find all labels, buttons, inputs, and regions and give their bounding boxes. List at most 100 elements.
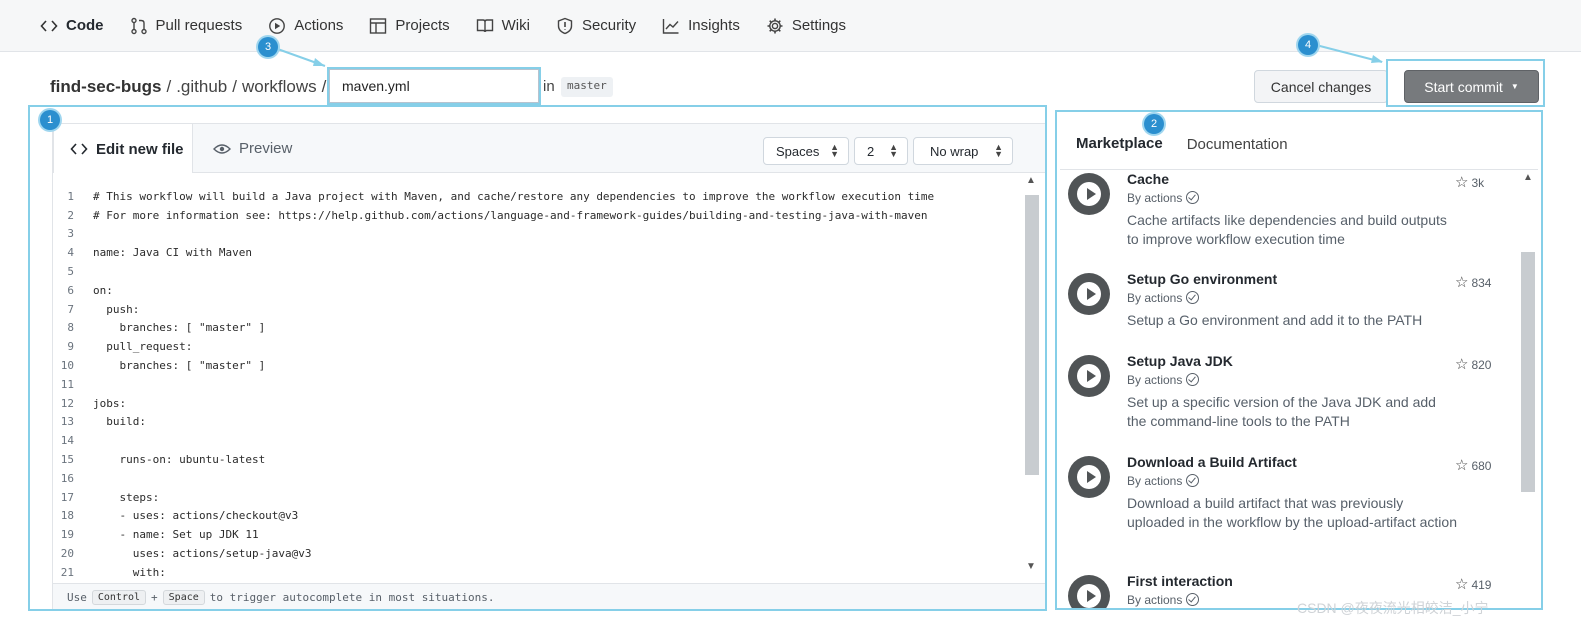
editor-panel: Edit new file Preview Spaces ▲ ▼ 2 ▲ ▼ No … bbox=[30, 105, 1046, 611]
tab-marketplace[interactable]: Marketplace bbox=[1076, 135, 1163, 154]
code-line: 19 - name: Set up JDK 11 bbox=[53, 525, 1023, 544]
scroll-up-icon[interactable]: ▲ bbox=[1026, 175, 1036, 186]
line-text: # This workflow will build a Java projec… bbox=[93, 189, 935, 203]
select-arrows-icon: ▲ ▼ bbox=[830, 142, 839, 159]
indent-mode-value: Spaces bbox=[776, 143, 820, 159]
hint-plus: + bbox=[151, 590, 158, 604]
tab-pull-requests[interactable]: Pull requests bbox=[130, 0, 243, 52]
book-icon bbox=[476, 18, 493, 32]
breadcrumb-dir-github[interactable]: .github bbox=[176, 77, 227, 97]
breadcrumb-dir-workflows[interactable]: workflows bbox=[242, 77, 317, 97]
editor-scrollbar-thumb[interactable] bbox=[1025, 195, 1039, 475]
in-label: in bbox=[543, 78, 555, 95]
tab-security-label: Security bbox=[581, 17, 637, 34]
code-line: 20 uses: actions/setup-java@v3 bbox=[53, 544, 1023, 563]
star-icon: ☆ bbox=[1455, 274, 1469, 291]
code-line: 5 bbox=[53, 262, 1023, 281]
verified-icon bbox=[1186, 373, 1200, 386]
indent-size-select[interactable]: 2 ▲ ▼ bbox=[854, 137, 908, 165]
marketplace-scrollbar-thumb[interactable] bbox=[1521, 252, 1535, 492]
marketplace-item-title[interactable]: First interaction bbox=[1127, 573, 1233, 589]
tab-code[interactable]: Code bbox=[40, 0, 104, 52]
code-line: 1 # This workflow will build a Java proje… bbox=[53, 187, 1023, 206]
code-line: 15 runs-on: ubuntu-latest bbox=[53, 450, 1023, 469]
editor-tabs: Edit new file Preview Spaces ▲ ▼ 2 ▲ ▼ No … bbox=[52, 123, 1046, 174]
tab-pull-requests-label: Pull requests bbox=[155, 17, 243, 34]
action-play-icon bbox=[1068, 575, 1110, 609]
marketplace-item-author: By actions bbox=[1127, 593, 1200, 607]
tab-preview-label: Preview bbox=[239, 140, 293, 157]
line-number: 1 bbox=[67, 189, 74, 203]
code-icon bbox=[40, 19, 58, 32]
gear-icon bbox=[767, 18, 783, 33]
code-line: 18 - uses: actions/checkout@v3 bbox=[53, 507, 1023, 526]
line-text: - uses: actions/checkout@v3 bbox=[93, 509, 299, 523]
play-icon bbox=[269, 17, 286, 34]
line-number: 19 bbox=[60, 528, 74, 542]
code-line: 16 bbox=[53, 469, 1023, 488]
line-text: - name: Set up JDK 11 bbox=[93, 528, 259, 542]
line-number: 20 bbox=[60, 547, 74, 561]
star-icon: ☆ bbox=[1455, 356, 1469, 373]
select-arrows-icon: ▲ ▼ bbox=[889, 142, 898, 159]
tab-security[interactable]: Security bbox=[556, 0, 636, 52]
tab-insights[interactable]: Insights bbox=[662, 0, 740, 52]
tab-code-label: Code bbox=[66, 17, 104, 34]
tab-edit-file[interactable]: Edit new file bbox=[53, 123, 193, 174]
watermark: CSDN @夜夜流光相皎洁_小宁 bbox=[1297, 600, 1489, 616]
tab-settings-label: Settings bbox=[791, 17, 847, 34]
wrap-mode-select[interactable]: No wrap ▲ ▼ bbox=[913, 137, 1013, 165]
marketplace-item-title[interactable]: Setup Java JDK bbox=[1127, 353, 1233, 369]
tab-projects-label: Projects bbox=[395, 17, 450, 34]
cancel-changes-button[interactable]: Cancel changes bbox=[1254, 70, 1388, 103]
scroll-down-icon[interactable]: ▼ bbox=[1026, 561, 1036, 572]
line-text: push: bbox=[93, 302, 140, 316]
tab-documentation[interactable]: Documentation bbox=[1187, 136, 1288, 153]
start-commit-button[interactable]: Start commit ▼ bbox=[1404, 70, 1539, 103]
select-arrows-icon: ▲ ▼ bbox=[994, 142, 1003, 159]
tab-settings[interactable]: Settings bbox=[766, 0, 846, 52]
annotation-badge-2: 2 bbox=[1144, 114, 1164, 134]
marketplace-item-stars: ☆ 820 bbox=[1455, 356, 1492, 373]
marketplace-item-description: Cache artifacts like dependencies and bu… bbox=[1127, 212, 1447, 247]
breadcrumb-separator: / bbox=[166, 77, 172, 96]
sidebar-tabs: Marketplace Documentation bbox=[1060, 120, 1538, 170]
hint-pre: Use bbox=[67, 590, 87, 604]
line-text: with: bbox=[93, 565, 166, 579]
tab-edit-file-label: Edit new file bbox=[96, 140, 184, 158]
verified-icon bbox=[1186, 191, 1200, 204]
marketplace-item-stars: ☆ 3k bbox=[1455, 174, 1485, 191]
code-editor[interactable]: 1 # This workflow will build a Java proje… bbox=[52, 173, 1046, 583]
marketplace-item-title[interactable]: Cache bbox=[1127, 171, 1169, 187]
marketplace-item-title[interactable]: Setup Go environment bbox=[1127, 271, 1277, 287]
marketplace-item-title[interactable]: Download a Build Artifact bbox=[1127, 454, 1297, 470]
tab-projects[interactable]: Projects bbox=[369, 0, 450, 52]
code-line: 17 steps: bbox=[53, 488, 1023, 507]
line-text: steps: bbox=[93, 490, 160, 504]
table-icon bbox=[370, 17, 387, 34]
editor-scrollbar[interactable]: ▲ ▼ bbox=[1023, 175, 1039, 577]
breadcrumb-repo[interactable]: find-sec-bugs bbox=[50, 77, 161, 97]
breadcrumb-separator: / bbox=[321, 77, 327, 96]
tab-preview[interactable]: Preview bbox=[213, 124, 292, 173]
verified-icon bbox=[1186, 291, 1200, 304]
line-text: branches: [ "master" ] bbox=[93, 359, 266, 373]
indent-size-value: 2 bbox=[867, 143, 875, 159]
marketplace-scrollbar[interactable]: ▲ bbox=[1520, 172, 1536, 610]
scroll-up-icon[interactable]: ▲ bbox=[1523, 172, 1533, 183]
code-lines: 1 # This workflow will build a Java proje… bbox=[53, 187, 1023, 582]
action-play-icon bbox=[1068, 273, 1110, 315]
filename-input[interactable] bbox=[329, 69, 539, 103]
wrap-mode-value: No wrap bbox=[930, 143, 979, 159]
marketplace-item-author: By actions bbox=[1127, 373, 1200, 387]
marketplace-item-description: Download a build artifact that was previ… bbox=[1127, 495, 1457, 530]
tab-actions[interactable]: Actions bbox=[268, 0, 343, 52]
line-number: 21 bbox=[60, 565, 74, 579]
tab-wiki[interactable]: Wiki bbox=[476, 0, 530, 52]
line-number: 10 bbox=[60, 359, 74, 373]
line-number: 13 bbox=[60, 415, 74, 429]
line-number: 17 bbox=[60, 490, 74, 504]
verified-icon bbox=[1186, 474, 1200, 487]
breadcrumb: find-sec-bugs / .github / workflows / bbox=[50, 72, 331, 102]
indent-mode-select[interactable]: Spaces ▲ ▼ bbox=[763, 137, 849, 165]
